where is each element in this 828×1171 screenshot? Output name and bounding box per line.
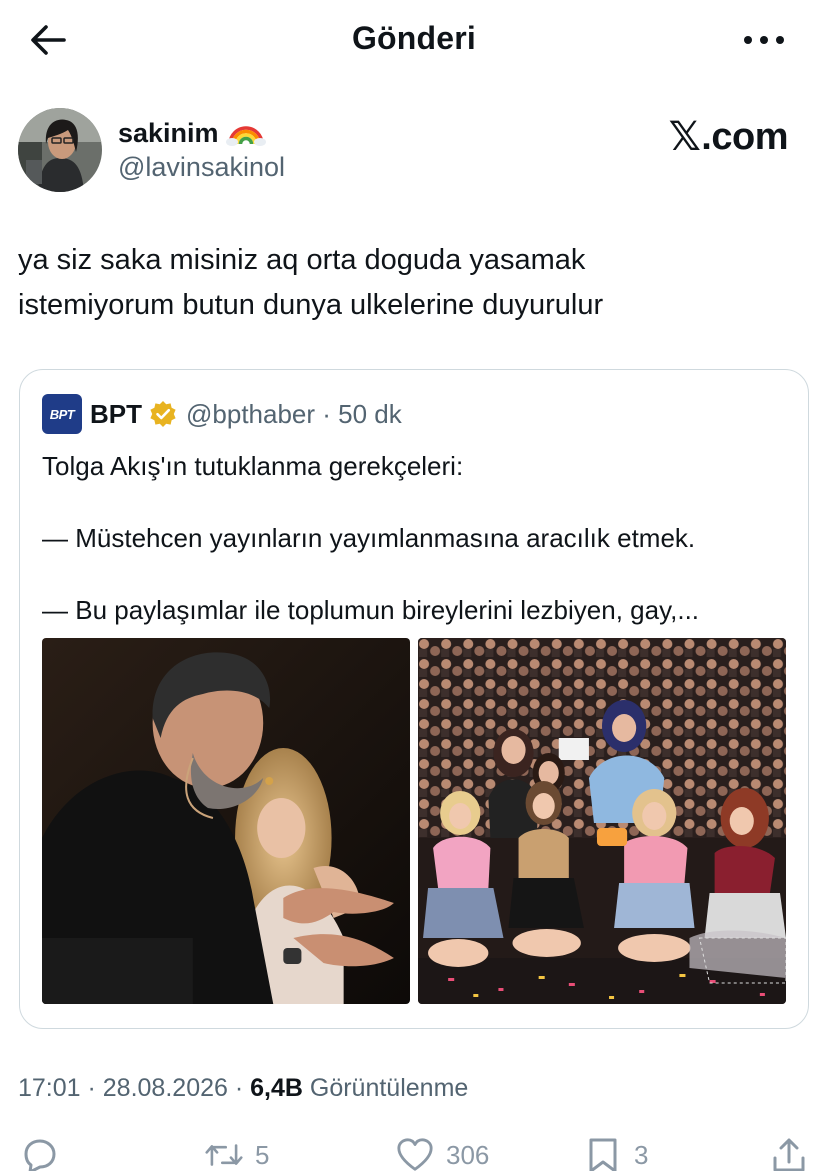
- user-handle[interactable]: @lavinsakinol: [118, 152, 285, 183]
- more-options-button[interactable]: [740, 22, 788, 58]
- tweet-text-line-2: istemiyorum butun dunya ulkelerine duyur…: [18, 289, 604, 321]
- tweet-text-line-1: ya siz saka misiniz aq orta doguda yasam…: [18, 244, 586, 276]
- tweet-meta: 17:01 · 28.08.2026 · 6,4B Görüntülenme: [18, 1074, 468, 1103]
- like-count: 306: [446, 1139, 490, 1170]
- retweet-count: 5: [255, 1139, 270, 1170]
- quoted-image-1[interactable]: [42, 638, 410, 1004]
- quoted-text-title: Tolga Akış'ın tutuklanma gerekçeleri:: [42, 451, 464, 481]
- more-horizontal-icon: [744, 36, 784, 44]
- bookmark-count: 3: [634, 1139, 649, 1170]
- bpt-logo[interactable]: BPT: [42, 394, 82, 434]
- quoted-tweet-text: Tolga Akış'ın tutuklanma gerekçeleri: — …: [42, 448, 792, 628]
- x-com-text: .com: [701, 115, 788, 158]
- page-title: Gönderi: [351, 20, 477, 56]
- bookmark-button[interactable]: 3: [584, 1136, 648, 1171]
- reply-button[interactable]: [20, 1136, 70, 1171]
- share-icon: [773, 1138, 805, 1171]
- rainbow-emoji-icon: [226, 114, 266, 146]
- tweet-timestamp[interactable]: 17:01 · 28.08.2026 ·: [18, 1074, 250, 1102]
- avatar[interactable]: [18, 108, 102, 192]
- tweet-text: ya siz saka misiniz aq orta doguda yasam…: [18, 238, 808, 328]
- avatar-image: [18, 108, 102, 192]
- heart-icon: [397, 1138, 433, 1171]
- views-count: 6,4B: [250, 1074, 303, 1102]
- quoted-media-grid: [42, 638, 786, 1004]
- x-logo-icon: 𝕏: [668, 114, 701, 160]
- share-button[interactable]: [770, 1136, 808, 1171]
- quoted-text-item-2: — Bu paylaşımlar ile toplumun bireylerin…: [42, 595, 700, 625]
- retweet-icon: [205, 1144, 243, 1166]
- quoted-tweet-card[interactable]: BPT BPT @bpthaber · 50 dk Tolga Akış'ın …: [19, 369, 809, 1029]
- bookmark-icon: [589, 1138, 617, 1171]
- top-bar: Gönderi: [0, 0, 828, 80]
- reply-icon: [24, 1139, 56, 1171]
- display-name[interactable]: sakinim: [118, 118, 219, 149]
- views-label: Görüntülenme: [302, 1074, 469, 1102]
- like-button[interactable]: 306: [396, 1136, 489, 1171]
- quoted-text-item-1: — Müstehcen yayınların yayımlanmasına ar…: [42, 523, 696, 553]
- tweet-author: sakinim @lavinsakinol 𝕏 .com: [18, 106, 810, 196]
- quoted-image-2[interactable]: [418, 638, 786, 1004]
- x-com-watermark: 𝕏 .com: [668, 114, 789, 160]
- quoted-handle-time: @bpthaber · 50 dk: [186, 398, 402, 429]
- quoted-display-name[interactable]: BPT: [90, 399, 142, 430]
- gold-verified-badge-icon: [150, 401, 176, 427]
- action-bar: 5 306 3: [0, 1132, 828, 1171]
- quoted-tweet-header: BPT BPT @bpthaber · 50 dk: [42, 394, 402, 434]
- retweet-button[interactable]: 5: [205, 1136, 269, 1171]
